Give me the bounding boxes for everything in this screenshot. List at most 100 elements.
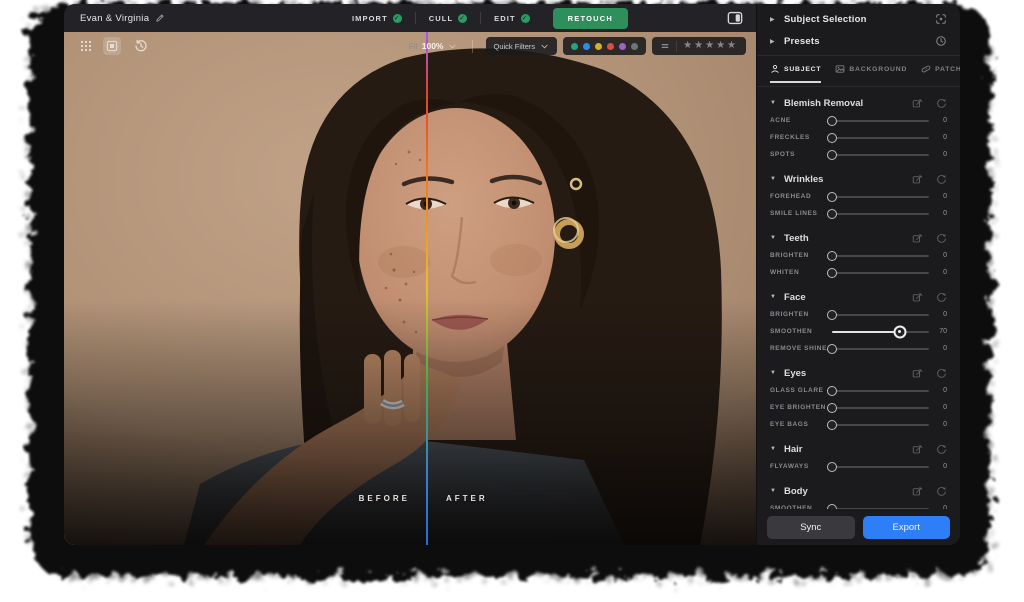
single-view-icon[interactable] [103, 37, 121, 55]
tab-subject[interactable]: SUBJECT [770, 59, 821, 83]
color-tag-dot[interactable] [571, 43, 578, 50]
slider-handle[interactable] [827, 344, 837, 354]
slider-track[interactable] [832, 314, 929, 316]
slider-handle[interactable] [827, 310, 837, 320]
slider-handle[interactable] [827, 462, 837, 472]
slider-track[interactable] [832, 466, 929, 468]
filter-equals-icon[interactable] [660, 41, 670, 51]
workflow-step-cull[interactable]: CULL✓ [416, 14, 480, 23]
panel-row-subject-selection[interactable]: ▶Subject Selection [770, 8, 947, 30]
section-header[interactable]: ▼ Wrinkles [770, 170, 947, 188]
section-title: Blemish Removal [784, 98, 899, 109]
edit-title-icon[interactable] [155, 13, 165, 23]
caret-down-icon[interactable]: ▼ [770, 446, 777, 452]
slider-handle[interactable] [827, 403, 837, 413]
color-tag-dot[interactable] [595, 43, 602, 50]
reset-icon[interactable] [936, 486, 947, 497]
section-header[interactable]: ▼Hair [770, 440, 947, 458]
slider-handle[interactable] [827, 386, 837, 396]
zoom-control[interactable]: Fit 100% [409, 41, 457, 51]
slider-row: EYE BRIGHTEN0 [770, 399, 947, 416]
slider-track[interactable] [832, 196, 929, 198]
slider-track[interactable] [832, 272, 929, 274]
slider-handle[interactable] [827, 251, 837, 261]
slider-track[interactable] [832, 348, 929, 350]
slider-label: BRIGHTEN [770, 252, 832, 259]
focus-icon[interactable] [935, 13, 947, 25]
viewer-toolbar: Fit 100% Quick Filters ★★★★★ [64, 36, 756, 56]
slider-track[interactable] [832, 154, 929, 156]
caret-right-icon[interactable]: ▶ [770, 38, 777, 45]
caret-down-icon[interactable]: ▼ [770, 176, 777, 182]
chevron-down-icon [540, 42, 549, 51]
slider-track[interactable] [832, 390, 929, 392]
edit-box-icon[interactable] [912, 486, 923, 497]
color-tag-dot[interactable] [583, 43, 590, 50]
slider-handle[interactable] [827, 209, 837, 219]
caret-down-icon[interactable]: ▼ [770, 370, 777, 376]
slider-handle[interactable] [827, 116, 837, 126]
stage: Evan & Virginia IMPORT✓CULL✓EDIT✓RETOUCH [0, 0, 1024, 602]
panel-row-presets[interactable]: ▶Presets [770, 30, 947, 52]
caret-down-icon[interactable]: ▼ [770, 488, 777, 494]
tab-label: PATCH [935, 66, 960, 73]
edit-box-icon[interactable] [912, 233, 923, 244]
edit-box-icon[interactable] [912, 444, 923, 455]
caret-right-icon[interactable]: ▶ [770, 16, 777, 23]
edit-box-icon[interactable] [912, 292, 923, 303]
section-header[interactable]: ▼Face [770, 288, 947, 306]
slider-track[interactable] [832, 137, 929, 139]
reset-icon[interactable] [936, 368, 947, 379]
panel-scroll-area[interactable]: ▶Subject Selection▶Presets SUBJECT BACKGR… [757, 4, 960, 509]
slider-track[interactable] [832, 120, 929, 122]
slider-track[interactable] [832, 407, 929, 409]
slider-handle[interactable] [893, 325, 906, 338]
before-after-divider[interactable] [426, 32, 428, 545]
slider-track[interactable] [832, 331, 929, 333]
section-header[interactable]: ▼ Blemish Removal [770, 94, 947, 112]
retouch-button[interactable]: RETOUCH [553, 8, 628, 29]
workflow-step-import[interactable]: IMPORT✓ [339, 14, 415, 23]
export-button[interactable]: Export [863, 516, 951, 539]
star-rating[interactable]: ★★★★★ [683, 41, 738, 51]
slider-handle[interactable] [827, 150, 837, 160]
slider-handle[interactable] [827, 268, 837, 278]
tab-patch[interactable]: PATCH [921, 59, 960, 83]
edit-box-icon[interactable] [912, 98, 923, 109]
slider-handle[interactable] [827, 192, 837, 202]
slider-track[interactable] [832, 424, 929, 426]
reset-icon[interactable] [936, 233, 947, 244]
edit-box-icon[interactable] [912, 368, 923, 379]
caret-down-icon[interactable]: ▼ [770, 294, 777, 300]
caret-down-icon[interactable]: ▼ [770, 100, 777, 106]
panel-toggle-icon[interactable] [727, 10, 743, 26]
slider-track[interactable] [832, 213, 929, 215]
grid-view-icon[interactable] [79, 39, 93, 53]
section-header[interactable]: ▼Teeth [770, 229, 947, 247]
reset-icon[interactable] [936, 444, 947, 455]
sync-button[interactable]: Sync [767, 516, 855, 539]
color-tag-dot[interactable] [607, 43, 614, 50]
slider-track[interactable] [832, 255, 929, 257]
color-tag-dot[interactable] [619, 43, 626, 50]
chevron-down-icon[interactable] [448, 42, 457, 51]
slider-handle[interactable] [827, 133, 837, 143]
history-icon[interactable] [134, 39, 148, 53]
edit-box-icon[interactable] [912, 174, 923, 185]
quick-filters-button[interactable]: Quick Filters [486, 37, 558, 55]
section-title: Wrinkles [784, 174, 899, 185]
section-header[interactable]: ▼Body [770, 482, 947, 500]
fit-label[interactable]: Fit [409, 42, 418, 51]
color-tag-dot[interactable] [631, 43, 638, 50]
reset-icon[interactable] [936, 292, 947, 303]
reset-icon[interactable] [936, 174, 947, 185]
clock-icon[interactable] [935, 35, 947, 47]
caret-down-icon[interactable]: ▼ [770, 235, 777, 241]
tab-background[interactable]: BACKGROUND [835, 59, 907, 83]
rating-divider [676, 41, 677, 52]
slider-handle[interactable] [827, 420, 837, 430]
reset-icon[interactable] [936, 98, 947, 109]
section-header[interactable]: ▼Eyes [770, 364, 947, 382]
slider-fill [832, 331, 900, 333]
workflow-step-edit[interactable]: EDIT✓ [481, 14, 542, 23]
